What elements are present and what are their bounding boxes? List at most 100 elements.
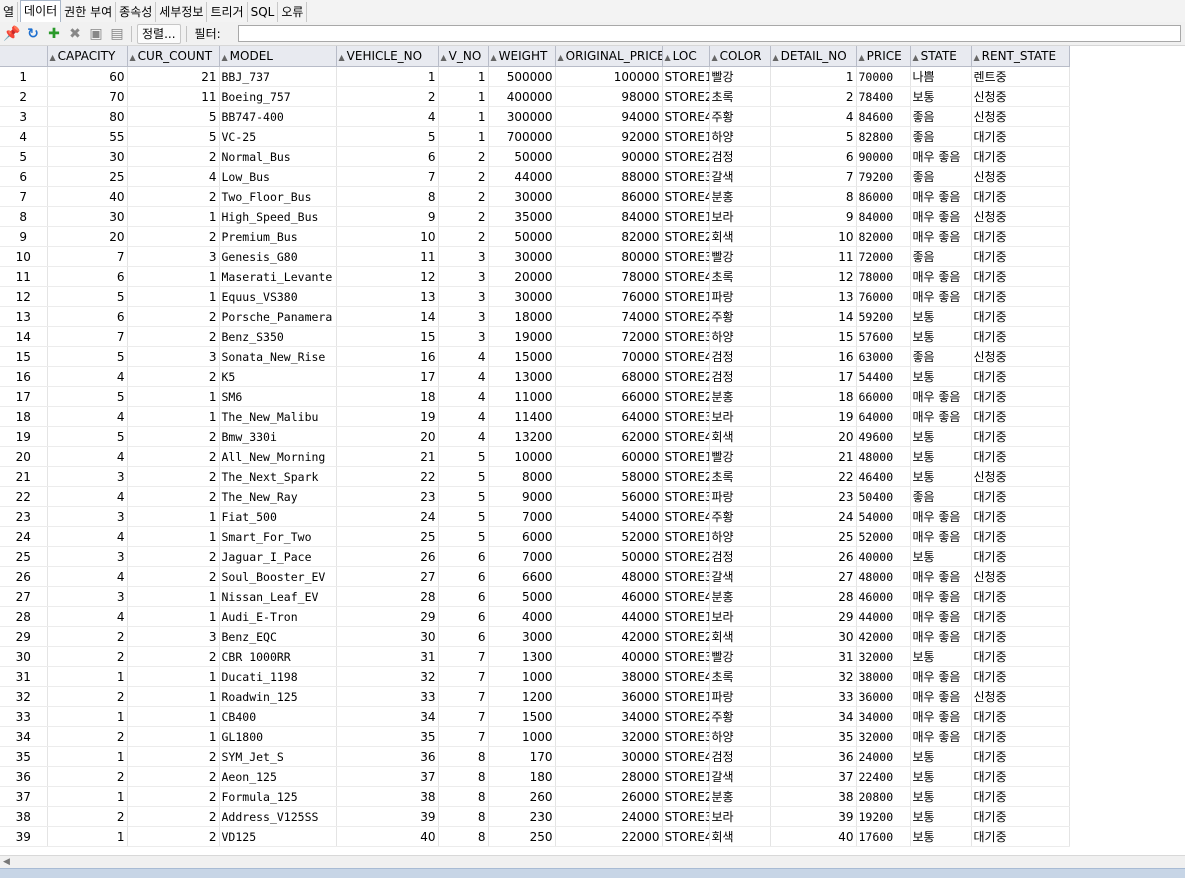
table-cell[interactable]: 매우 좋음 [910,286,972,307]
table-row[interactable]: 27 3 1 Nissan_Leaf_EV 28 6 5000 46000 STORE4 분홍 28… [0,586,1070,607]
table-cell[interactable]: 74000 [555,306,663,327]
table-cell[interactable]: 분홍 [709,186,771,207]
table-cell[interactable]: 6 [47,266,128,287]
table-cell[interactable]: 2 [127,326,220,347]
table-cell[interactable]: 24000 [856,746,911,767]
table-cell[interactable]: 분홍 [709,386,771,407]
table-cell[interactable]: 57600 [856,326,911,347]
table-cell[interactable]: 7 [336,166,439,187]
table-cell[interactable]: 대기중 [971,786,1070,807]
table-cell[interactable]: 54000 [555,506,663,527]
table-cell[interactable]: STORE3 [662,646,710,667]
column-header[interactable]: ▲ RENT_STATE [971,46,1070,67]
row-number[interactable]: 33 [0,706,48,727]
table-cell[interactable]: 1 [127,526,220,547]
table-cell[interactable]: 36 [770,746,857,767]
table-cell[interactable]: 22400 [856,766,911,787]
table-cell[interactable]: 대기중 [971,246,1070,267]
table-cell[interactable]: 30 [47,146,128,167]
table-cell[interactable]: 3 [127,246,220,267]
table-cell[interactable]: 13200 [488,426,556,447]
table-cell[interactable]: 매우 좋음 [910,186,972,207]
table-cell[interactable]: 2 [47,726,128,747]
table-cell[interactable]: 매우 좋음 [910,206,972,227]
table-cell[interactable]: 25 [47,166,128,187]
table-row[interactable]: 35 1 2 SYM_Jet_S 36 8 170 30000 STORE4 검정 36 24000 보… [0,746,1070,767]
table-cell[interactable]: BB747-400 [219,106,337,127]
table-cell[interactable]: 48000 [856,446,911,467]
table-cell[interactable]: STORE2 [662,546,710,567]
table-cell[interactable]: 보라 [709,806,771,827]
table-cell[interactable]: 3 [438,266,489,287]
table-cell[interactable]: 5 [438,506,489,527]
table-row[interactable]: 33 1 1 CB400 34 7 1500 34000 STORE2 주황 34 34000 매우 좋… [0,706,1070,727]
table-row[interactable]: 36 2 2 Aeon_125 37 8 180 28000 STORE1 갈색 37 22400 보통… [0,766,1070,787]
table-cell[interactable]: STORE1 [662,686,710,707]
table-cell[interactable]: 100000 [555,66,663,87]
table-cell[interactable]: STORE1 [662,526,710,547]
table-row[interactable]: 37 1 2 Formula_125 38 8 260 26000 STORE2 분홍 38 2080… [0,786,1070,807]
sort-button[interactable]: 정렬... [137,23,181,44]
table-cell[interactable]: CB400 [219,706,337,727]
table-cell[interactable]: 86000 [856,186,911,207]
column-header[interactable]: ▲ PRICE [856,46,911,67]
table-cell[interactable]: 파랑 [709,486,771,507]
table-cell[interactable]: 대기중 [971,746,1070,767]
refresh-icon[interactable]: ↻ [24,25,42,43]
table-cell[interactable]: 50000 [488,146,556,167]
insert-row-icon[interactable]: ✚ [45,25,63,43]
table-cell[interactable]: 초록 [709,266,771,287]
table-cell[interactable]: Normal_Bus [219,146,337,167]
table-cell[interactable]: 36 [336,746,439,767]
row-number[interactable]: 10 [0,246,48,267]
table-cell[interactable]: 10000 [488,446,556,467]
table-cell[interactable]: 6 [438,586,489,607]
table-cell[interactable]: High_Speed_Bus [219,206,337,227]
table-cell[interactable]: 대기중 [971,606,1070,627]
table-cell[interactable]: 2 [127,186,220,207]
table-cell[interactable]: 6 [438,546,489,567]
table-cell[interactable]: 6000 [488,526,556,547]
table-cell[interactable]: 초록 [709,466,771,487]
table-row[interactable]: 3 80 5 BB747-400 4 1 300000 94000 STORE4 주황 4 84600… [0,106,1070,127]
table-cell[interactable]: 46000 [555,586,663,607]
table-cell[interactable]: Sonata_New_Rise [219,346,337,367]
table-cell[interactable]: 1 [127,386,220,407]
table-cell[interactable]: 대기중 [971,426,1070,447]
table-cell[interactable]: 대기중 [971,186,1070,207]
table-cell[interactable]: 대기중 [971,286,1070,307]
table-cell[interactable]: 23 [336,486,439,507]
table-cell[interactable]: 32 [770,666,857,687]
table-cell[interactable]: 58000 [555,466,663,487]
table-row[interactable]: 2 70 11 Boeing_757 2 1 400000 98000 STORE2 초록 2 784… [0,86,1070,107]
table-cell[interactable]: 46000 [856,586,911,607]
row-number[interactable]: 31 [0,666,48,687]
row-number[interactable]: 34 [0,726,48,747]
table-cell[interactable]: 56000 [555,486,663,507]
table-cell[interactable]: 38000 [555,666,663,687]
table-row[interactable]: 17 5 1 SM6 18 4 11000 66000 STORE2 분홍 18 66000 매우 좋음… [0,386,1070,407]
table-cell[interactable]: 1 [438,126,489,147]
row-number[interactable]: 32 [0,686,48,707]
table-cell[interactable]: 하양 [709,726,771,747]
table-cell[interactable]: 3 [127,626,220,647]
row-number[interactable]: 7 [0,186,48,207]
table-cell[interactable]: 1 [47,746,128,767]
table-cell[interactable]: 6 [438,606,489,627]
table-cell[interactable]: 보통 [910,366,972,387]
table-row[interactable]: 22 4 2 The_New_Ray 23 5 9000 56000 STORE3 파랑 23 504… [0,486,1070,507]
row-number[interactable]: 8 [0,206,48,227]
table-cell[interactable]: 260 [488,786,556,807]
table-cell[interactable]: 대기중 [971,326,1070,347]
row-number[interactable]: 14 [0,326,48,347]
table-cell[interactable]: 34 [770,706,857,727]
row-number[interactable]: 29 [0,626,48,647]
table-cell[interactable]: 20 [770,426,857,447]
table-cell[interactable]: 갈색 [709,566,771,587]
table-cell[interactable]: 대기중 [971,126,1070,147]
filter-input[interactable] [238,25,1181,42]
table-cell[interactable]: 14 [336,306,439,327]
table-cell[interactable]: 25 [336,526,439,547]
table-cell[interactable]: 4 [336,106,439,127]
table-cell[interactable]: 2 [47,806,128,827]
